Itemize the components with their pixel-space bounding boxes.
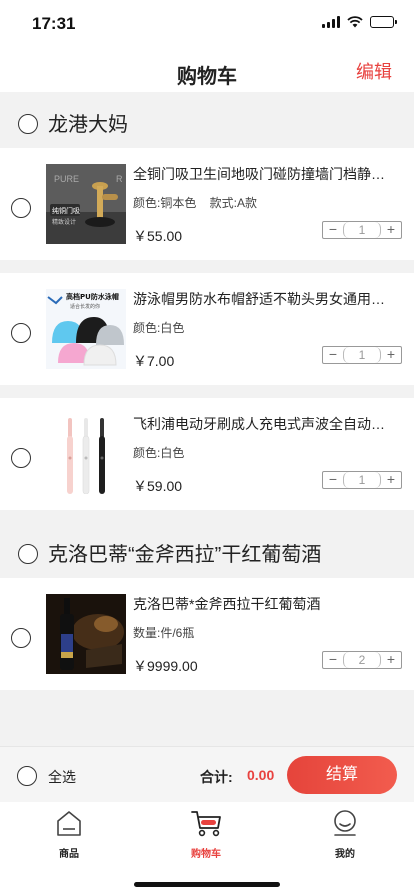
item-name[interactable]: 克洛巴蒂*金斧西拉干红葡萄酒 [133, 594, 395, 614]
item-spec: 数量:件/6瓶 [133, 626, 195, 640]
quantity-value[interactable]: 1 [343, 472, 381, 488]
shop-select-radio[interactable] [18, 114, 38, 134]
tab-cart[interactable]: 购物车 [166, 808, 246, 860]
product-image[interactable]: 高档PU防水泳帽 适合长发的你 [46, 289, 126, 369]
increase-button[interactable]: + [381, 347, 401, 363]
profile-icon [334, 810, 356, 836]
cart-item: 飞利浦电动牙刷成人充电式声波全自动超声波 颜色:白色 ￥59.00 − 1 + [0, 398, 414, 510]
quantity-stepper: − 2 + [322, 651, 402, 669]
shop-name: 克洛巴蒂“金斧西拉”干红葡萄酒 [48, 544, 322, 566]
item-select-radio[interactable] [11, 198, 31, 218]
image-text-subtitle: 精致设计 [52, 218, 76, 226]
select-all-radio[interactable] [17, 766, 37, 786]
total-value: 0.00 [247, 767, 275, 783]
increase-button[interactable]: + [381, 222, 401, 238]
home-indicator[interactable] [134, 882, 280, 887]
quantity-value[interactable]: 1 [343, 222, 381, 238]
product-image[interactable]: PURE R 纯铜门吸 精致设计 [46, 164, 126, 244]
wifi-icon [347, 16, 363, 28]
image-text-subtitle: 适合长发的你 [70, 303, 100, 310]
image-text-title: 高档PU防水泳帽 [66, 292, 119, 301]
item-select-radio[interactable] [11, 323, 31, 343]
status-icons [322, 16, 397, 28]
item-name[interactable]: 游泳帽男防水布帽舒适不勒头男女通用长发护耳 [133, 289, 395, 309]
product-image[interactable] [46, 414, 126, 494]
image-text-brand: PURE [54, 174, 79, 184]
decrease-button[interactable]: − [323, 347, 343, 363]
tab-label: 商品 [59, 849, 79, 860]
status-time: 17:31 [32, 14, 76, 33]
status-bar: 17:31 [0, 0, 414, 50]
tab-goods[interactable]: 商品 [29, 808, 109, 860]
decrease-button[interactable]: − [323, 472, 343, 488]
decrease-button[interactable]: − [323, 652, 343, 668]
image-text-brand-end: R [116, 174, 123, 184]
item-spec: 颜色:白色 [133, 446, 185, 460]
shop-select-radio[interactable] [18, 544, 38, 564]
cart-item: 高档PU防水泳帽 适合长发的你 游泳帽男防水布帽舒适不勒头男女通用长发护耳 颜色… [0, 273, 414, 385]
shop-name: 龙港大妈 [48, 114, 128, 136]
page-title: 购物车 [177, 66, 237, 88]
quantity-stepper: − 1 + [322, 346, 402, 364]
item-price: ￥55.00 [133, 228, 183, 244]
tab-bar: 商品 购物车 我的 [0, 802, 414, 896]
item-select-radio[interactable] [11, 448, 31, 468]
increase-button[interactable]: + [381, 652, 401, 668]
tab-label: 购物车 [191, 849, 221, 860]
item-price: ￥59.00 [133, 478, 183, 494]
item-name[interactable]: 全铜门吸卫生间地吸门碰防撞墙门档静音门吸 [133, 164, 395, 184]
cart-item: 克洛巴蒂*金斧西拉干红葡萄酒 数量:件/6瓶 ￥9999.00 − 2 + [0, 578, 414, 690]
item-price: ￥7.00 [133, 353, 175, 369]
item-spec: 颜色:白色 [133, 321, 185, 335]
cart-icon [191, 811, 221, 837]
cart-item: PURE R 纯铜门吸 精致设计 全铜门吸卫生间地吸门碰防撞墙门档静音门吸 颜色… [0, 148, 414, 260]
signal-icon [322, 16, 340, 28]
quantity-value[interactable]: 2 [343, 652, 381, 668]
shop-header: 龙港大妈 [0, 92, 414, 148]
decrease-button[interactable]: − [323, 222, 343, 238]
edit-button[interactable]: 编辑 [356, 58, 392, 84]
tab-profile[interactable]: 我的 [305, 808, 385, 860]
tab-label: 我的 [335, 849, 355, 860]
quantity-stepper: − 1 + [322, 471, 402, 489]
shop-header: 克洛巴蒂“金斧西拉”干红葡萄酒 [0, 522, 414, 578]
item-price: ￥9999.00 [133, 658, 198, 674]
increase-button[interactable]: + [381, 472, 401, 488]
total-label: 合计: [200, 769, 233, 785]
item-select-radio[interactable] [11, 628, 31, 648]
checkout-button[interactable]: 结算 [287, 756, 397, 794]
checkout-bar: 全选 合计: 0.00 结算 [0, 746, 414, 802]
nav-bar: 购物车 编辑 [0, 50, 414, 92]
quantity-value[interactable]: 1 [343, 347, 381, 363]
shop-icon [57, 811, 81, 836]
battery-icon [370, 16, 397, 28]
quantity-stepper: − 1 + [322, 221, 402, 239]
select-all-label[interactable]: 全选 [48, 767, 76, 787]
product-image[interactable] [46, 594, 126, 674]
item-spec: 颜色:铜本色 款式:A款 [133, 196, 258, 210]
item-name[interactable]: 飞利浦电动牙刷成人充电式声波全自动超声波 [133, 414, 395, 434]
image-text-title: 纯铜门吸 [52, 206, 80, 215]
